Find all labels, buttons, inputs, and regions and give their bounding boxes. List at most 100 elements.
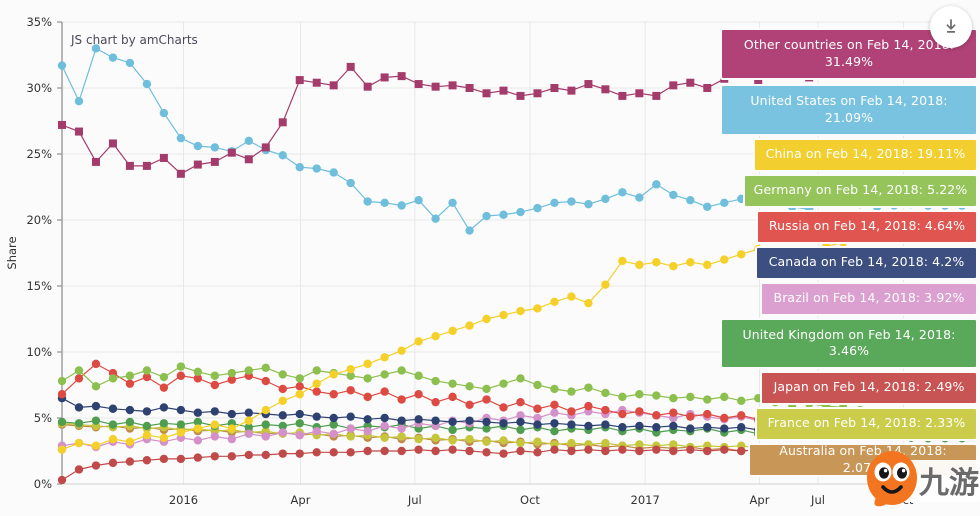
series-marker [652, 423, 661, 432]
series-marker [295, 390, 304, 399]
series-marker [635, 193, 644, 202]
series-marker [159, 153, 168, 162]
series-marker [278, 384, 287, 394]
series-marker [465, 416, 474, 425]
series-marker [380, 413, 389, 423]
callout-united-states[interactable]: United States on Feb 14, 2018: 21.09% [722, 86, 976, 134]
export-chart-button[interactable] [930, 6, 972, 48]
series-marker [567, 197, 576, 206]
series-marker [516, 306, 525, 316]
series-marker [448, 436, 457, 445]
series-marker [176, 371, 186, 380]
callout-australia[interactable]: Australia on Feb 14, 2018: 2.07% [750, 443, 976, 475]
series-marker [720, 392, 729, 402]
series-marker [414, 80, 423, 89]
x-axis-tick-label: 2017 [631, 493, 660, 507]
series-marker [329, 413, 338, 423]
series-marker [618, 91, 627, 100]
series-marker [703, 409, 712, 419]
callout-germany[interactable]: Germany on Feb 14, 2018: 5.22% [745, 176, 976, 206]
series-marker [261, 420, 270, 429]
series-marker [686, 392, 695, 402]
callout-japan[interactable]: Japan on Feb 14, 2018: 2.49% [762, 373, 976, 403]
callout-canada[interactable]: Canada on Feb 14, 2018: 4.2% [757, 248, 976, 278]
series-marker [448, 445, 457, 454]
series-marker [516, 91, 525, 100]
series-marker [312, 387, 321, 396]
series-marker [295, 374, 304, 383]
series-marker [346, 448, 355, 457]
series-marker [533, 437, 542, 446]
callout-china[interactable]: China on Feb 14, 2018: 19.11% [755, 140, 976, 170]
series-marker [397, 346, 406, 355]
series-marker [431, 416, 440, 425]
series-marker [57, 475, 67, 485]
series-marker [499, 310, 508, 320]
series-marker [431, 331, 440, 341]
series-marker [499, 449, 508, 458]
series-marker [74, 419, 84, 428]
series-marker [550, 427, 559, 436]
series-marker [125, 161, 134, 170]
download-icon [946, 19, 956, 33]
series-marker [312, 366, 321, 375]
series-marker [210, 432, 220, 441]
series-marker [533, 420, 542, 429]
series-marker [669, 190, 678, 200]
series-marker [499, 86, 508, 95]
series-marker [465, 382, 474, 391]
callout-label: Australia on Feb 14, 2018: 2.07% [779, 443, 947, 475]
series-marker [431, 376, 440, 386]
series-marker [329, 448, 338, 457]
callout-label: France on Feb 14, 2018: 2.33% [767, 415, 966, 431]
series-marker [635, 421, 644, 431]
series-marker [465, 400, 474, 409]
series-marker [397, 432, 406, 441]
series-marker [414, 415, 423, 424]
series-marker [533, 380, 542, 390]
series-marker [210, 371, 220, 380]
callout-brazil[interactable]: Brazil on Feb 14, 2018: 3.92% [762, 284, 976, 314]
callout-russia[interactable]: Russia on Feb 14, 2018: 4.64% [758, 212, 976, 242]
series-marker [652, 91, 661, 100]
series-marker [618, 188, 627, 197]
series-marker [550, 445, 559, 454]
y-axis-tick-label: 25% [26, 147, 52, 161]
series-marker [397, 416, 406, 425]
series-marker [635, 89, 644, 98]
callout-france[interactable]: France on Feb 14, 2018: 2.33% [757, 409, 976, 439]
series-marker [567, 420, 576, 429]
series-marker [618, 423, 627, 432]
series-marker [312, 427, 321, 436]
series-marker [261, 143, 270, 152]
series-marker [601, 194, 610, 204]
series-marker [108, 420, 118, 429]
series-marker [380, 421, 389, 431]
series-marker [363, 374, 372, 383]
series-marker [261, 450, 270, 460]
series-marker [91, 416, 101, 425]
series-marker [720, 198, 729, 208]
series-marker [584, 421, 593, 431]
series-marker [91, 44, 101, 53]
series-marker [91, 359, 101, 369]
series-marker [295, 430, 304, 440]
y-axis-tick-label: 0% [34, 477, 52, 491]
series-marker [363, 446, 372, 456]
series-marker [516, 374, 525, 383]
y-axis-tick-label: 20% [26, 213, 52, 227]
series-marker [142, 79, 152, 89]
series-marker [261, 376, 270, 386]
series-marker [465, 446, 474, 456]
callout-united-kingdom[interactable]: United Kingdom on Feb 14, 2018: 3.46% [722, 320, 976, 367]
series-marker [193, 141, 203, 151]
series-marker [227, 434, 237, 444]
series-marker [125, 417, 135, 427]
series-marker [550, 400, 559, 409]
series-marker [227, 148, 236, 157]
series-marker [686, 258, 695, 267]
series-marker [244, 429, 253, 439]
series-marker [278, 449, 287, 458]
series-marker [397, 72, 406, 81]
series-marker [567, 292, 576, 301]
